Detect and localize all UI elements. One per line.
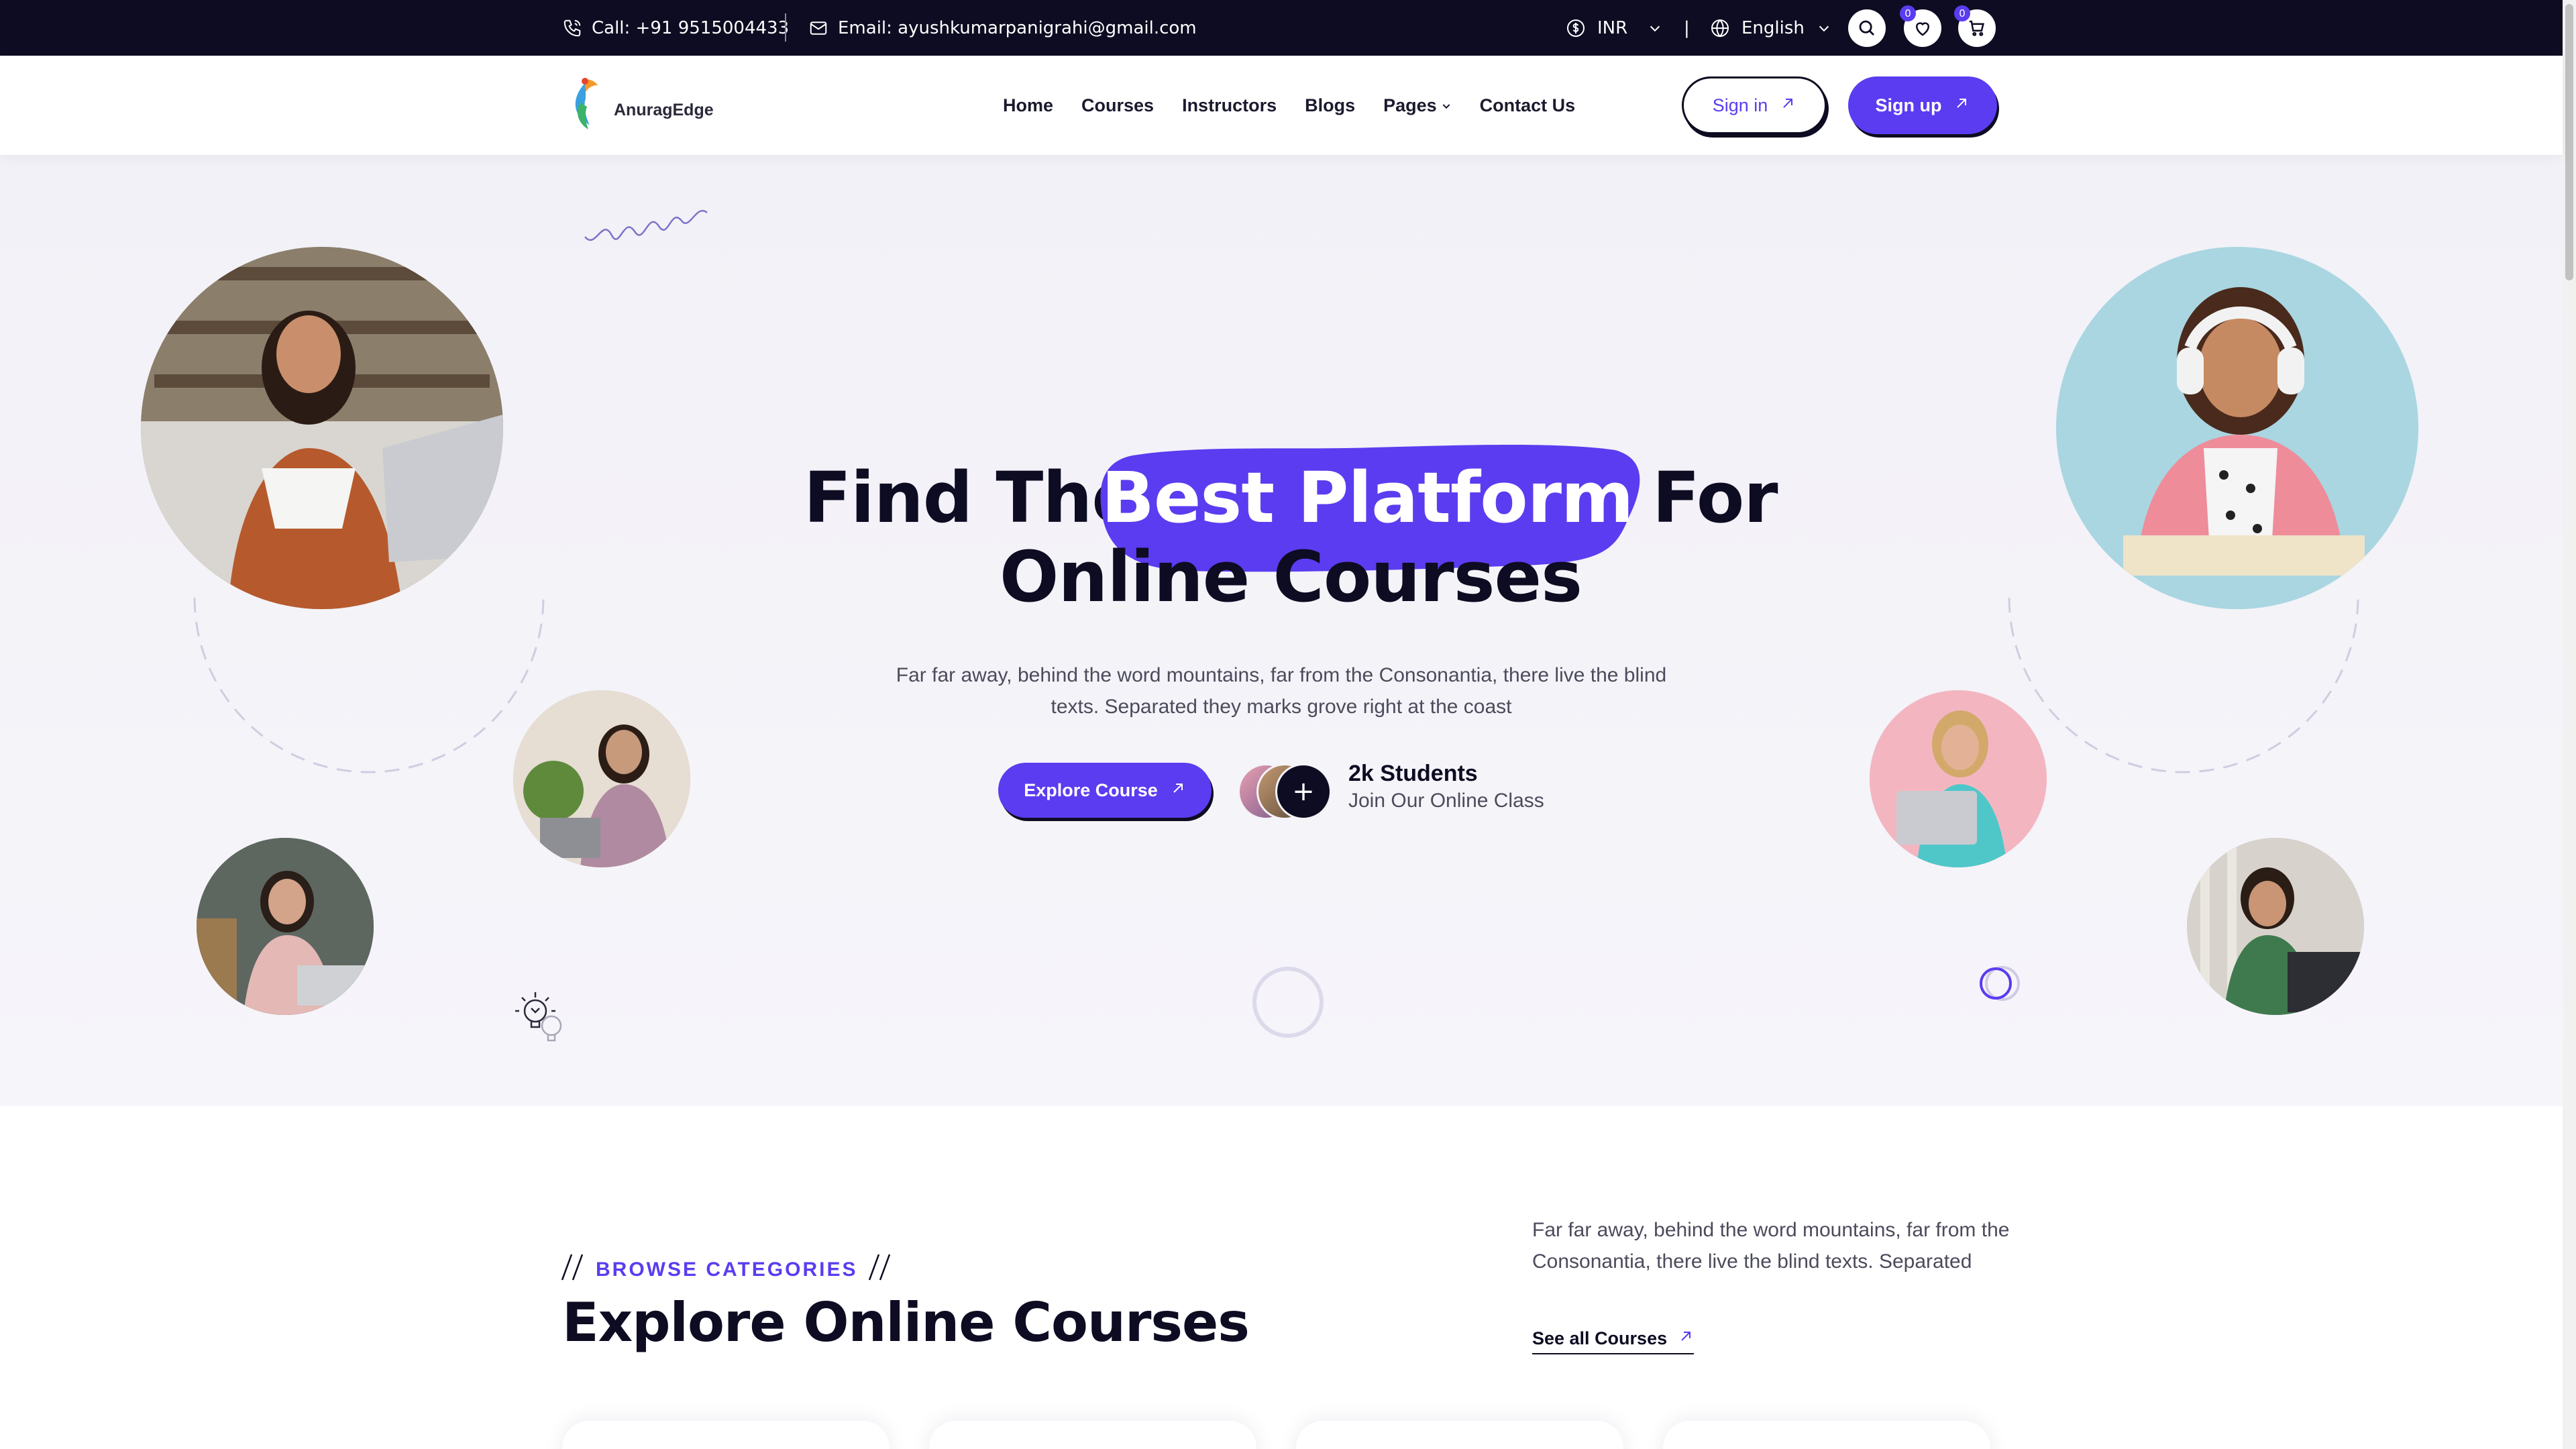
nav-pages-label: Pages <box>1383 95 1437 115</box>
nav-instructors[interactable]: Instructors <box>1182 95 1277 116</box>
sign-in-button[interactable]: Sign in <box>1682 76 1827 134</box>
plus-icon: + <box>1292 776 1315 807</box>
hero-headline-line1: Find The Best Platform For <box>0 443 2563 572</box>
site-logo[interactable]: AnuragEdge <box>566 76 714 135</box>
arrow-up-right-icon <box>1158 780 1186 801</box>
nav-pages[interactable]: Pages <box>1383 95 1452 116</box>
wishlist-button[interactable]: 0 <box>1900 5 1941 47</box>
category-card[interactable] <box>1296 1421 1623 1449</box>
explore-course-label: Explore Course <box>1024 780 1158 800</box>
see-all-courses-label: See all Courses <box>1532 1328 1668 1348</box>
chevron-down-icon <box>1817 21 1831 36</box>
category-card[interactable] <box>562 1421 890 1449</box>
students-count: 2k Students <box>1348 761 1478 786</box>
email-info[interactable]: Email: ayushkumarpanigrahi@gmail.com <box>808 0 1197 56</box>
logo-text: AnuragEdge <box>614 100 714 119</box>
call-info[interactable]: Call: +91 9515004433 <box>562 0 789 56</box>
headline-highlight-text: Best Platform <box>1101 457 1634 539</box>
chevron-down-icon <box>1441 95 1452 116</box>
section-title: Explore Online Courses <box>562 1291 1250 1354</box>
globe-icon <box>1709 17 1731 39</box>
chevron-down-icon <box>1648 21 1662 36</box>
hero-section: Find The Best Platform For Online Course… <box>0 155 2563 1106</box>
headline-text-start: Find The <box>804 457 1139 539</box>
call-text: Call: +91 9515004433 <box>592 17 790 38</box>
main-nav: Home Courses Instructors Blogs Pages Con… <box>1003 56 1603 155</box>
section-eyebrow: BROWSE CATEGORIES <box>550 1252 903 1288</box>
sign-in-label: Sign in <box>1712 95 1768 115</box>
divider-text: | <box>1684 17 1690 38</box>
category-card[interactable] <box>929 1421 1256 1449</box>
nav-contact[interactable]: Contact Us <box>1480 95 1576 116</box>
sign-up-button[interactable]: Sign up <box>1848 76 1997 134</box>
cart-button[interactable]: 0 <box>1954 5 1996 47</box>
decorative-circle <box>1980 966 2020 1001</box>
double-slash-icon <box>867 1252 894 1288</box>
section-description: Far far away, behind the word mountains,… <box>1532 1219 2010 1273</box>
sign-up-label: Sign up <box>1875 95 1942 115</box>
currency-selector[interactable]: INR <box>1565 0 1662 56</box>
section-eyebrow-text: BROWSE CATEGORIES <box>596 1258 858 1281</box>
student-photo-small-left <box>513 690 690 867</box>
wishlist-count-badge: 0 <box>1900 5 1916 21</box>
students-subtitle: Join Our Online Class <box>1348 790 1544 812</box>
nav-home[interactable]: Home <box>1003 95 1053 116</box>
cart-count-badge: 0 <box>1954 5 1970 21</box>
cart-icon <box>1967 18 1987 38</box>
phone-icon <box>562 18 582 38</box>
mail-icon <box>808 18 828 38</box>
double-slash-icon <box>559 1252 586 1288</box>
explore-course-button[interactable]: Explore Course <box>998 763 1212 818</box>
nav-blogs[interactable]: Blogs <box>1305 95 1355 116</box>
headline-text-end: For <box>1652 457 1778 539</box>
heart-icon <box>1913 18 1933 38</box>
student-avatars: + <box>1238 763 1338 820</box>
logo-mark-icon <box>566 76 608 135</box>
hero-headline-line2: Online Courses <box>1000 536 1582 618</box>
email-text: Email: ayushkumarpanigrahi@gmail.com <box>838 17 1197 38</box>
arrow-up-right-icon <box>1768 95 1796 116</box>
language-selector[interactable]: English <box>1709 0 1831 56</box>
divider <box>785 13 786 42</box>
decorative-squiggle <box>584 210 708 241</box>
decorative-circle <box>1252 967 1324 1038</box>
student-photo-small-right <box>1870 690 2047 867</box>
arrow-up-right-icon <box>1941 95 1970 116</box>
page-scrollbar[interactable] <box>2563 0 2576 1449</box>
currency-icon <box>1565 17 1587 39</box>
student-photo-bottom-right <box>2187 838 2364 1015</box>
main-header: AnuragEdge Home Courses Instructors Blog… <box>0 56 2563 155</box>
category-card[interactable] <box>1663 1421 1990 1449</box>
nav-courses[interactable]: Courses <box>1081 95 1154 116</box>
student-photo-bottom-left <box>197 838 374 1015</box>
lightbulb-icon <box>515 992 562 1042</box>
top-bar: Call: +91 9515004433 Email: ayushkumarpa… <box>0 0 2563 56</box>
more-students-button[interactable]: + <box>1275 763 1332 820</box>
scrollbar-thumb[interactable] <box>2565 4 2573 280</box>
currency-label: INR <box>1597 17 1628 38</box>
see-all-courses-link[interactable]: See all Courses <box>1532 1328 1695 1354</box>
hero-subtitle: Far far away, behind the word mountains,… <box>896 664 1667 718</box>
language-label: English <box>1741 17 1805 38</box>
search-icon <box>1857 18 1877 38</box>
search-button[interactable] <box>1848 9 1886 47</box>
arrow-up-right-icon <box>1667 1328 1694 1349</box>
